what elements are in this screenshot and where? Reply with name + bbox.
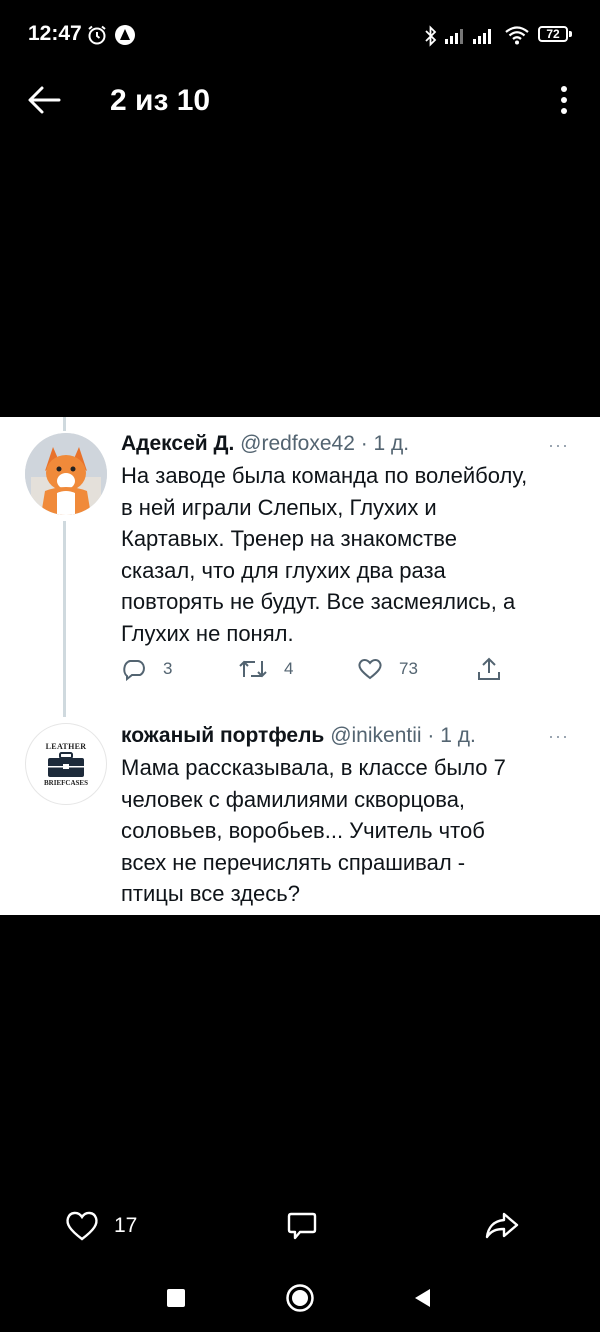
tweet-text: Мама рассказывала, в классе было 7 челов… [121,752,591,910]
tweet-line: Картавых. Тренер на знакомстве [121,526,457,551]
thread-line [63,521,66,717]
author-name: Адексей Д. [121,432,235,455]
retweet-icon [239,660,267,678]
tweet-screenshot-image[interactable]: Адексей Д. @redfoxe42 · 1 д. ··· На заво… [0,417,600,915]
author-handle-time: @redfoxe42 · 1 д. [240,432,410,455]
alarm-icon [88,25,106,45]
tweet-line: человек с фамилиями скворцова, [121,786,466,812]
tweet-more-icon: ··· [548,726,569,746]
retweet-action: 4 [238,657,293,681]
tweet-line: Мама рассказывала, в классе было 7 [121,755,506,780]
status-bar: 12:47 72 [0,0,600,72]
back-nav-icon[interactable] [412,1287,432,1309]
tweet-header: Адексей Д. @redfoxe42 · 1 д. [121,432,409,456]
author-handle-time: @inikentii · 1 д. [330,724,476,747]
heart-icon [358,659,382,680]
battery-level: 72 [546,27,560,41]
home-icon[interactable] [285,1283,315,1313]
like-count: 73 [399,659,418,678]
fox-avatar-icon [25,433,107,515]
tweet-line: соловьев, воробьев... Учитель чтоб [121,818,485,843]
app-notification-icon [115,25,135,45]
tweet-line: Глухих не понял. [121,620,294,646]
reply-count: 3 [163,659,173,678]
comment-icon[interactable] [286,1210,318,1242]
wifi-icon [505,26,529,45]
author-name: кожаный портфель [121,724,325,747]
system-nav-bar [0,1270,600,1332]
tweet-line: На заводе была команда по волейболу, [121,463,528,488]
tweet-line: повторять не будут. Все засмеялись, а [121,589,516,614]
share-action [476,656,502,682]
briefcase-icon [48,751,84,777]
tweet-more-icon: ··· [548,435,569,455]
like-button[interactable]: 17 [64,1210,137,1242]
back-arrow-icon[interactable] [26,82,62,118]
avatar-logo-bottom: BRIEFCASES [44,778,88,787]
tweet-line: в ней играли Слепых, Глухих и [121,494,437,520]
tweet-line: всех не перечислять спрашивал - [121,849,466,875]
more-options-icon[interactable] [552,84,576,116]
recents-icon[interactable] [166,1288,186,1308]
avatar: LEATHER BRIEFCASES [25,723,107,805]
reply-action: 3 [121,657,172,681]
bluetooth-icon [425,25,437,47]
heart-icon [66,1211,98,1241]
like-action: 73 [357,657,418,681]
signal-icon [473,29,491,44]
avatar-logo-top: LEATHER [45,741,87,751]
like-count: 17 [114,1214,138,1237]
tweet-text: На заводе была команда по волейболу, в н… [121,460,591,649]
battery-icon: 72 [538,26,568,42]
status-time: 12:47 [28,22,82,45]
avatar [25,433,107,515]
signal-icon [445,29,463,44]
reply-icon [123,660,145,681]
tweet-header: кожаный портфель @inikentii · 1 д. [121,724,476,748]
tweet-line: птицы все здесь? [121,881,300,906]
share-icon[interactable] [484,1210,520,1242]
thread-connector [63,417,66,431]
retweet-count: 4 [284,659,294,678]
image-counter: 2 из 10 [110,84,211,117]
share-icon [478,657,500,680]
tweet-line: сказал, что для глухих два раза [121,557,446,583]
